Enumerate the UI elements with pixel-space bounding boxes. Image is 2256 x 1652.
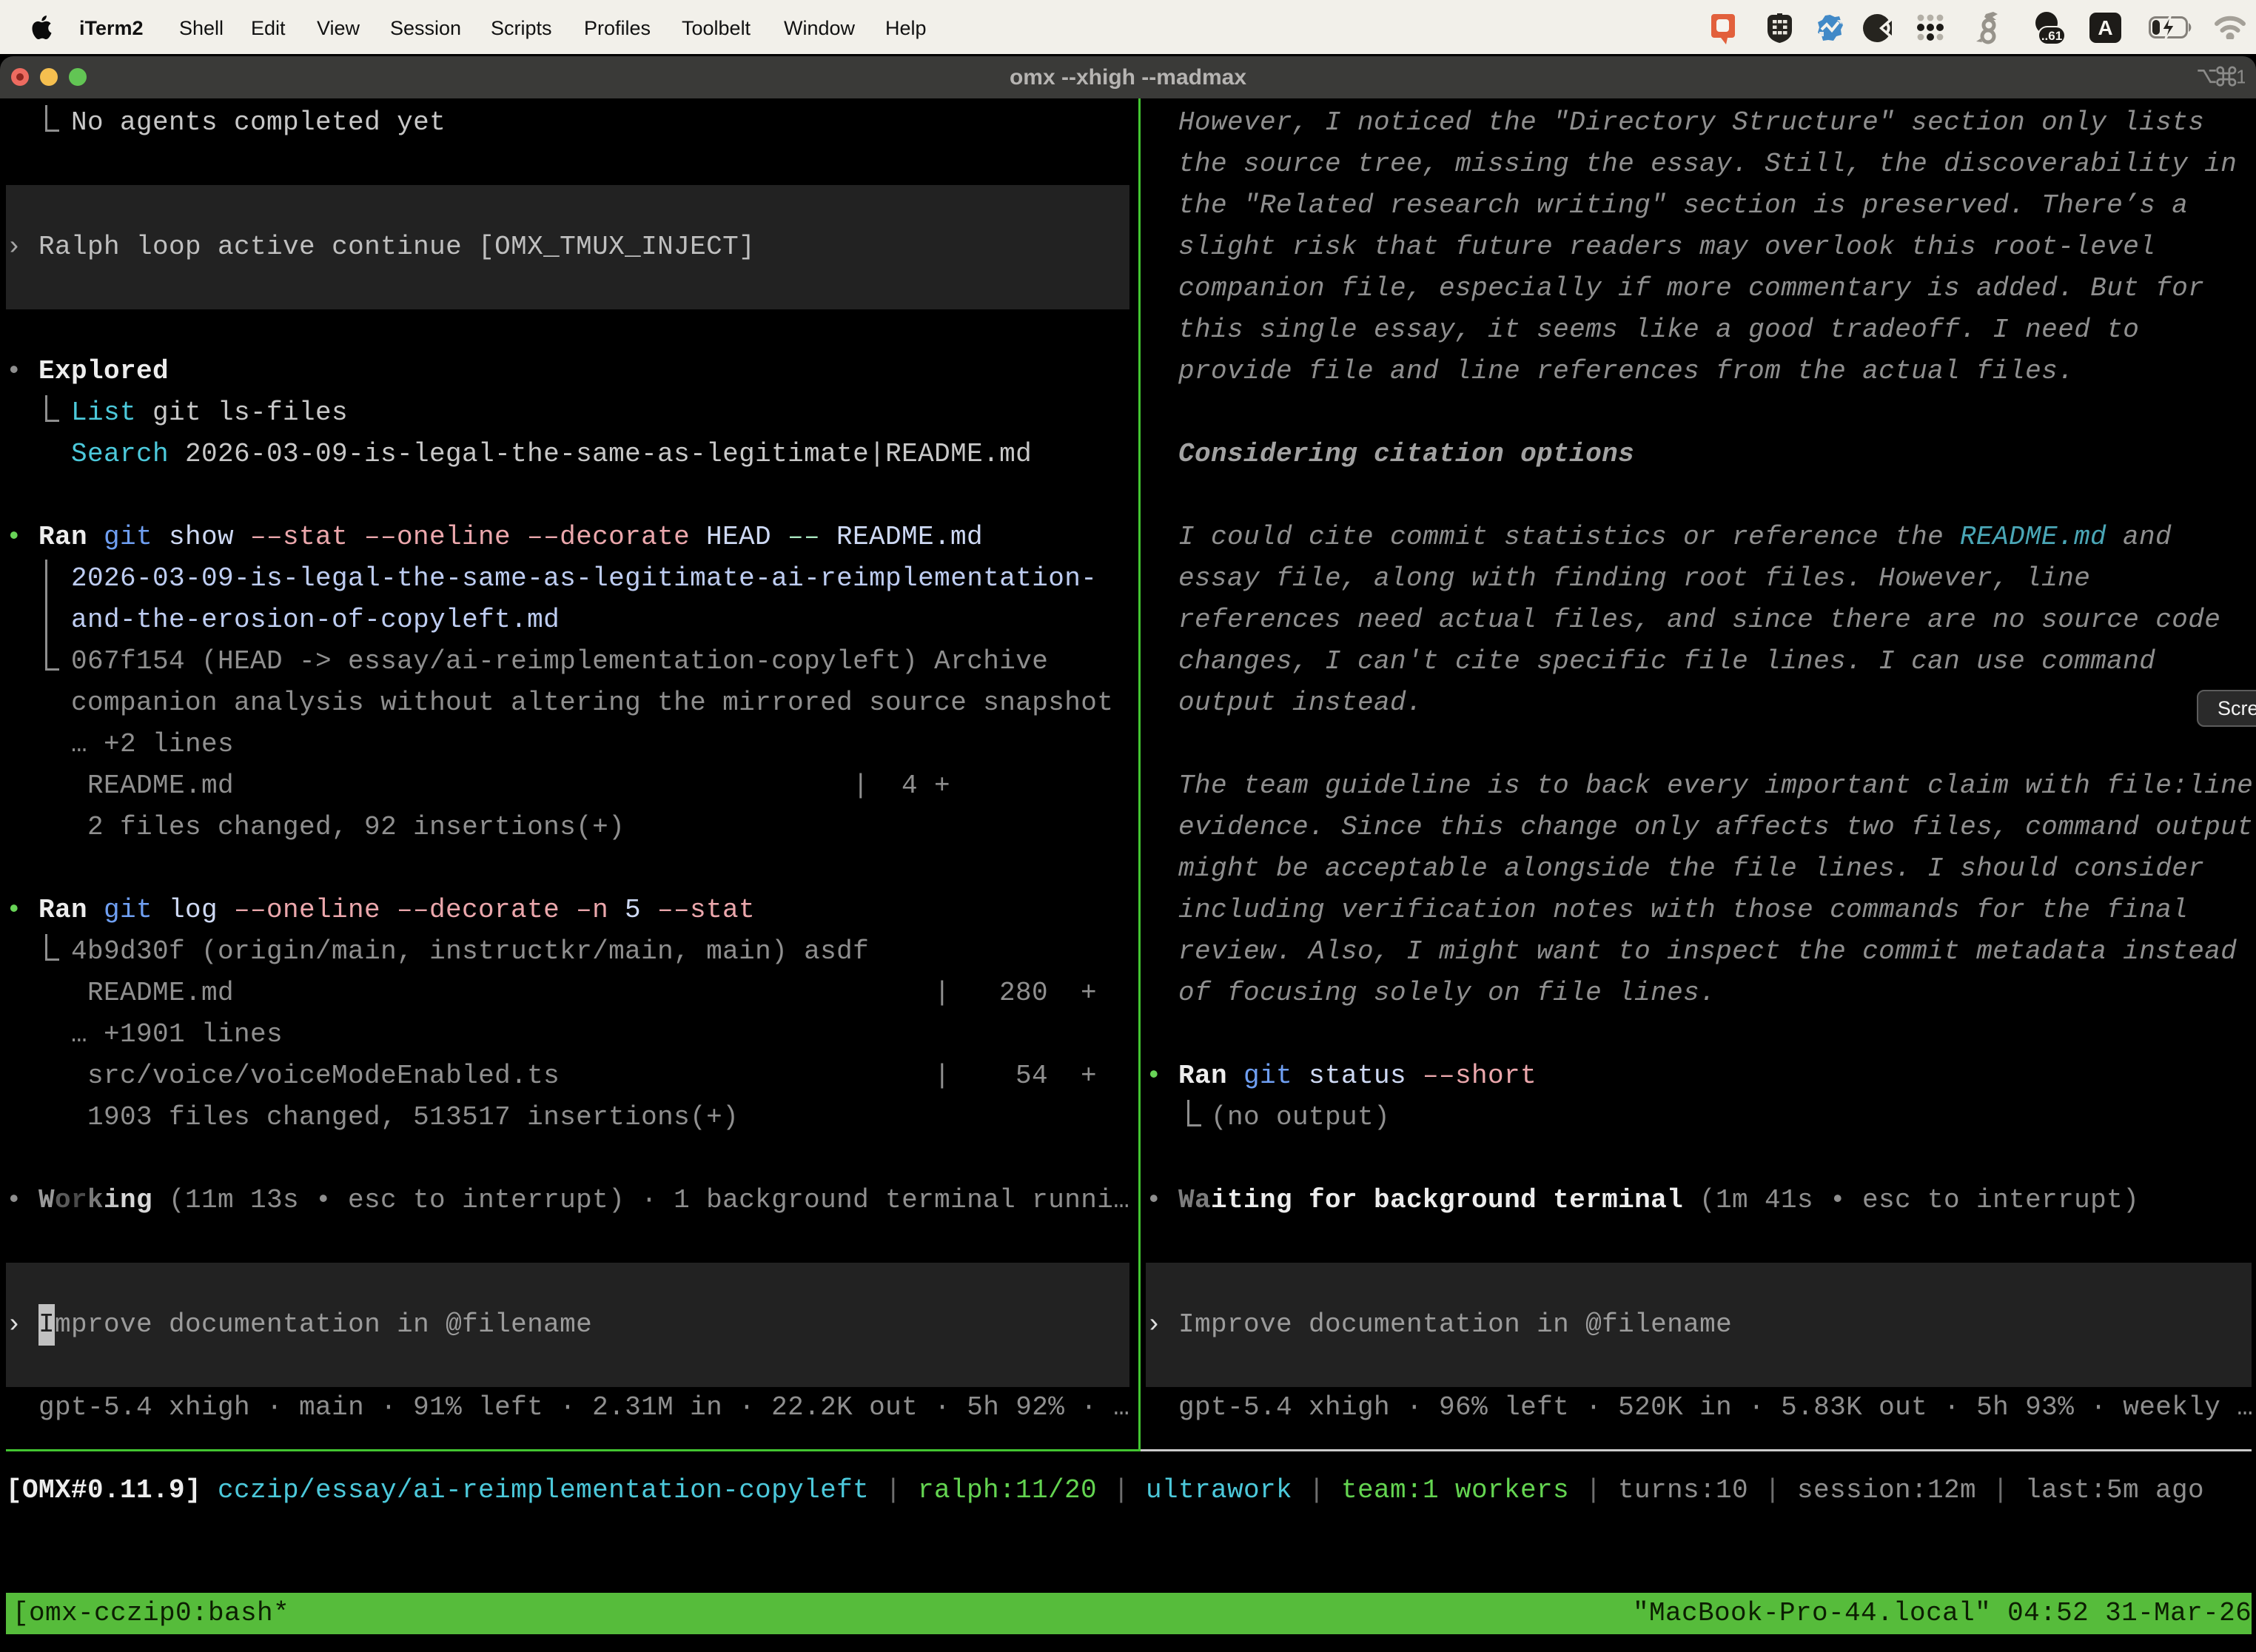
- svg-text:1: 1: [2236, 66, 2245, 87]
- svg-text:..61: ..61: [2041, 29, 2062, 43]
